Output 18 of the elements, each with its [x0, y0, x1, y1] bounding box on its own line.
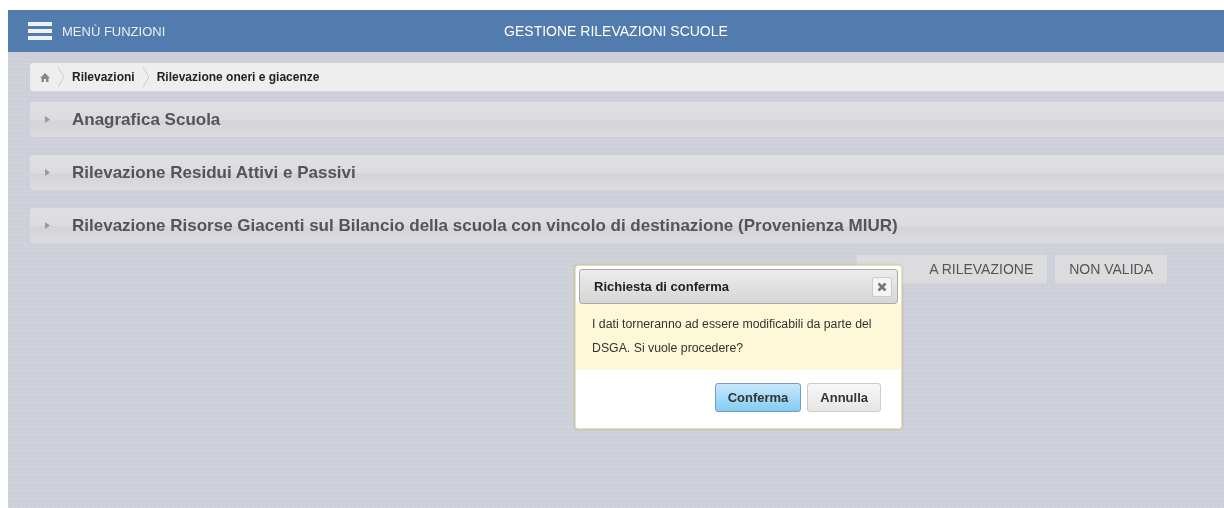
home-icon[interactable] — [40, 72, 50, 82]
breadcrumb-link[interactable]: Rilevazioni — [72, 70, 135, 84]
confirm-button[interactable]: Conferma — [714, 383, 802, 412]
close-button[interactable] — [872, 276, 892, 297]
menu-icon — [28, 22, 52, 40]
breadcrumb-separator-icon — [142, 67, 149, 87]
menu-button[interactable]: MENÙ FUNZIONI — [8, 10, 172, 52]
action-button[interactable]: NON VALIDA — [1055, 255, 1167, 283]
dialog-title: Richiesta di conferma — [594, 279, 730, 294]
accordion-header[interactable]: Rilevazione Residui Attivi e Passivi — [30, 155, 1224, 190]
breadcrumb-separator-icon — [58, 67, 64, 87]
app-title: GESTIONE RILEVAZIONI SCUOLE — [504, 23, 728, 39]
cancel-button[interactable]: Annulla — [807, 383, 881, 412]
dialog-message: I dati torneranno ad essere modificabili da parte del DSGA. Si vuole procedere? — [576, 304, 901, 370]
breadcrumb-link[interactable]: Rilevazione oneri e giacenze — [156, 70, 320, 84]
accordion-header[interactable]: Rilevazione Risorse Giacenti sul Bilancio della scuola con vincolo di destinazione (Provenienza MIUR) — [30, 208, 1224, 243]
close-icon — [877, 281, 887, 292]
accordion-header[interactable]: Anagrafica Scuola — [30, 102, 1224, 137]
